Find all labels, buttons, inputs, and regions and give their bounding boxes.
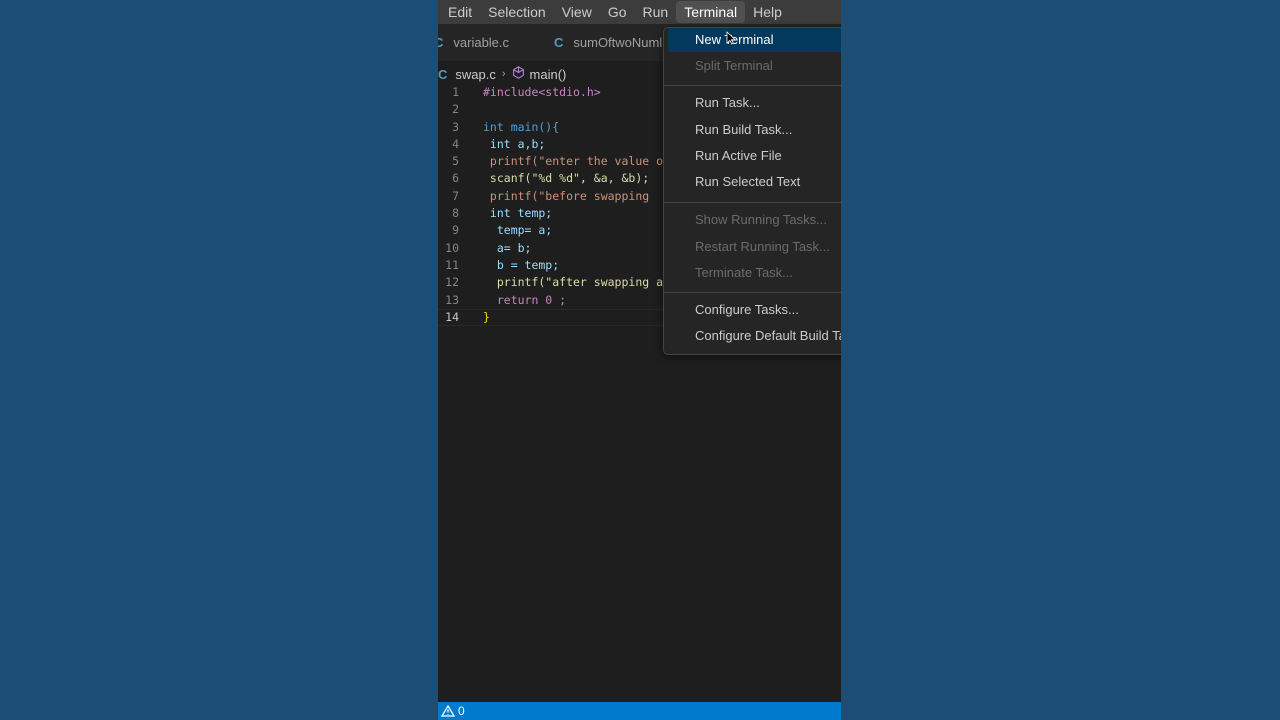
line-number: 12 [445,275,459,290]
vscode-window: Edit Selection View Go Run Terminal Help… [438,0,841,720]
problems-status[interactable]: 0 [441,704,465,718]
menu-item-run-selected-text[interactable]: Run Selected Text [668,170,841,194]
line-number: 10 [445,240,459,255]
menu-view[interactable]: View [554,1,600,23]
line-code: int main(){ [483,119,560,134]
menu-separator [664,202,841,203]
warning-icon [441,705,455,717]
menu-item-terminate-task: Terminate Task... [695,265,794,280]
line-code: scanf("%d %d", &a, &b); [483,171,650,186]
line-number: 7 [452,188,459,203]
menu-selection[interactable]: Selection [480,1,554,23]
line-number: 3 [452,119,459,134]
menu-terminal[interactable]: Terminal [676,1,746,23]
background-left [0,0,438,720]
c-file-icon: C [438,35,444,50]
line-code: printf("before swapping [483,188,650,203]
line-code: printf("enter the value o [483,154,664,169]
terminal-menu-dropdown: New Terminal Split Terminal Run Task... … [663,27,841,355]
menu-item-show-running-tasks: Show Running Tasks... [695,212,827,227]
background-right [841,0,1280,720]
menu-item-run-task[interactable]: Run Task... [668,91,841,115]
line-code: int temp; [483,206,553,221]
menu-go[interactable]: Go [600,1,635,23]
line-number: 2 [452,102,459,117]
line-number: 8 [452,206,459,221]
status-bar: 0 [438,702,841,720]
menu-item-run-build-task[interactable]: Run Build Task... [668,118,841,142]
method-cube-icon [512,66,525,82]
line-number: 11 [445,257,459,272]
line-code: printf("after swapping a [483,275,664,290]
c-file-icon: C [438,66,448,82]
tab-label: variable.c [453,35,510,50]
tab-sumoftwonum[interactable]: C sumOftwoNuml [548,24,662,61]
line-number: 1 [452,85,459,99]
menu-help[interactable]: Help [745,1,790,23]
line-code: b = temp; [483,257,560,272]
chevron-right-icon: › [501,68,506,80]
tab-variable-c[interactable]: C variable.c [438,24,548,61]
line-code: int a,b; [483,136,546,151]
line-code: } [483,309,490,324]
line-number: 9 [452,223,459,238]
line-number: 6 [452,171,459,186]
menu-edit[interactable]: Edit [438,1,480,23]
warning-count: 0 [458,704,465,718]
c-file-icon: C [554,35,564,50]
line-code: a= b; [483,240,532,255]
menu-bar: Edit Selection View Go Run Terminal Help [438,0,841,24]
line-code: temp= a; [483,223,553,238]
menu-run[interactable]: Run [635,1,677,23]
menu-item-configure-default-build-task[interactable]: Configure Default Build Ta [668,324,841,348]
line-number: 4 [452,136,459,151]
line-code: return 0 ; [483,292,567,307]
tab-label: sumOftwoNuml [573,35,663,50]
menu-item-configure-tasks[interactable]: Configure Tasks... [668,298,841,322]
breadcrumb-symbol[interactable]: main() [530,67,567,82]
mouse-pointer-icon [726,31,736,45]
line-code: #include<stdio.h> [483,85,601,99]
breadcrumb-file[interactable]: swap.c [455,67,495,82]
line-number: 14 [445,309,459,324]
line-number: 5 [452,154,459,169]
menu-item-run-active-file[interactable]: Run Active File [668,144,841,168]
menu-item-restart-running-task: Restart Running Task... [695,239,830,254]
menu-separator [664,85,841,86]
menu-item-new-terminal[interactable]: New Terminal [668,28,841,52]
menu-item-split-terminal: Split Terminal [695,58,773,73]
line-number: 13 [445,292,459,307]
menu-separator [664,292,841,293]
